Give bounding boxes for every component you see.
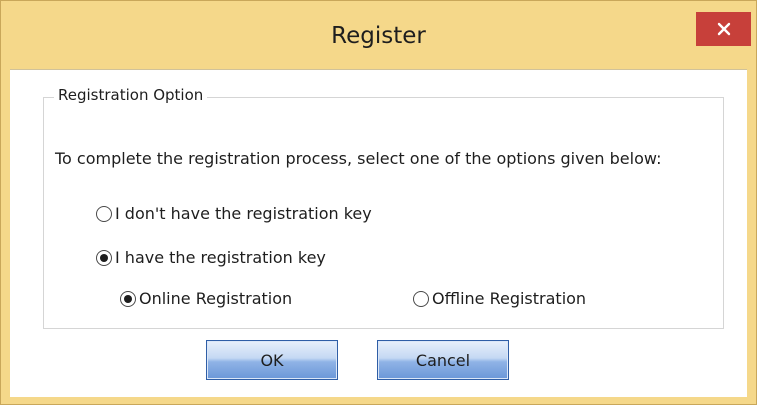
radio-label: Online Registration (139, 289, 293, 308)
register-dialog: Register Registration Option To complete… (0, 0, 757, 405)
radio-label: Offline Registration (432, 289, 587, 308)
cancel-button[interactable]: Cancel (377, 340, 509, 380)
radio-no-key[interactable]: I don't have the registration key (96, 204, 372, 223)
radio-button[interactable] (96, 205, 112, 222)
dialog-title: Register (331, 23, 426, 49)
group-legend: Registration Option (54, 86, 208, 104)
radio-button[interactable] (96, 249, 112, 266)
close-button[interactable] (696, 12, 751, 46)
radio-label: I have the registration key (115, 248, 326, 267)
radio-label: I don't have the registration key (115, 204, 372, 223)
instruction-text: To complete the registration process, se… (55, 149, 662, 168)
dialog-body: Registration Option To complete the regi… (10, 69, 747, 397)
title-bar: Register (1, 1, 756, 69)
close-icon (717, 22, 730, 36)
radio-online-registration[interactable]: Online Registration (120, 289, 292, 308)
radio-button[interactable] (413, 290, 429, 307)
radio-button[interactable] (120, 290, 136, 307)
radio-have-key[interactable]: I have the registration key (96, 248, 326, 267)
radio-offline-registration[interactable]: Offline Registration (413, 289, 586, 308)
ok-button[interactable]: OK (206, 340, 338, 380)
